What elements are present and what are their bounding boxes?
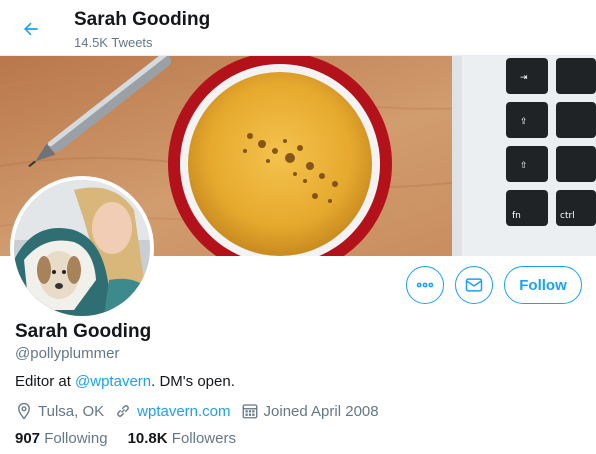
location-item: Tulsa, OK: [15, 402, 104, 420]
svg-text:⇧: ⇧: [520, 161, 528, 171]
followers-label: Followers: [171, 430, 236, 447]
header-name: Sarah Gooding: [74, 9, 211, 30]
website-link[interactable]: wptavern.com: [137, 403, 230, 420]
profile-name: Sarah Gooding: [15, 321, 152, 342]
profile-header: Sarah Gooding 14.5K Tweets: [0, 0, 596, 56]
follow-button[interactable]: Follow: [504, 266, 582, 304]
back-arrow-icon: [24, 22, 38, 36]
envelope-icon: [465, 278, 483, 292]
following-label: Following: [44, 430, 108, 447]
header-tweet-count: 14.5K Tweets: [74, 35, 153, 50]
message-button[interactable]: [455, 266, 493, 304]
profile-bio: Editor at @wptavern. DM's open.: [15, 373, 235, 390]
link-icon: [117, 405, 130, 417]
svg-text:ctrl: ctrl: [560, 211, 575, 221]
calendar-icon: [242, 404, 257, 419]
back-button[interactable]: [14, 12, 48, 46]
joined-item: Joined April 2008: [241, 402, 379, 420]
followers-count: 10.8K: [127, 430, 168, 447]
joined-text: Joined April 2008: [263, 402, 379, 420]
more-options-button[interactable]: [406, 266, 444, 304]
location-pin-icon: [18, 402, 30, 420]
bio-suffix: . DM's open.: [151, 373, 235, 390]
svg-text:fn: fn: [512, 211, 521, 221]
svg-text:⇪: ⇪: [520, 117, 528, 127]
avatar[interactable]: [10, 176, 154, 320]
following-stat[interactable]: 907 Following: [15, 430, 108, 447]
followers-stat[interactable]: 10.8K Followers: [128, 430, 236, 447]
website-item: wptavern.com: [114, 402, 231, 420]
more-icon: [416, 282, 434, 288]
bio-prefix: Editor at: [15, 373, 76, 390]
location-text: Tulsa, OK: [38, 402, 105, 420]
avatar-image: [14, 180, 150, 316]
profile-stats: 907 Following 10.8K Followers: [15, 430, 256, 447]
profile-handle: @pollyplummer: [15, 345, 120, 362]
profile-meta: Tulsa, OK wptavern.com Joined April 2008: [15, 401, 389, 421]
svg-text:⇥: ⇥: [520, 73, 528, 83]
following-count: 907: [15, 430, 41, 447]
bio-mention-link[interactable]: @wptavern: [75, 373, 151, 390]
